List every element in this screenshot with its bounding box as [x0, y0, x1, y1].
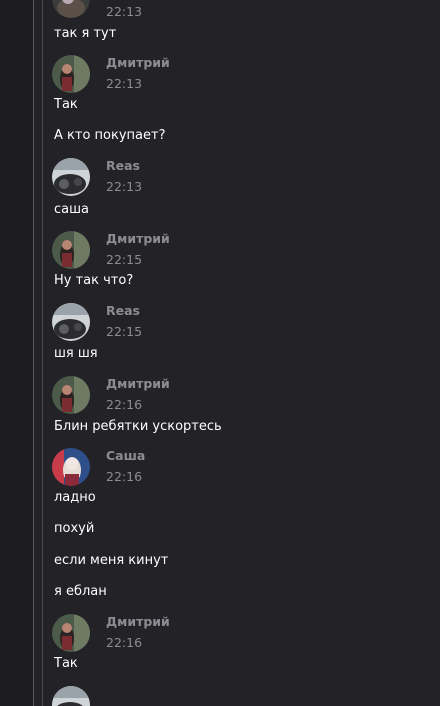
avatar[interactable] — [52, 231, 90, 269]
author-name[interactable]: Саша — [106, 448, 145, 463]
message-time: 22:15 — [106, 324, 143, 339]
left-panel — [0, 0, 33, 706]
message-text: похуй — [54, 521, 95, 536]
message-time: 22:16 — [106, 469, 143, 484]
avatar[interactable] — [52, 448, 90, 486]
message-text: А кто покупает? — [54, 128, 166, 143]
message-text: ладно — [54, 490, 96, 505]
avatar[interactable] — [52, 614, 90, 652]
author-name[interactable]: Дмитрий — [106, 55, 170, 70]
avatar[interactable] — [52, 0, 90, 18]
avatar[interactable] — [52, 303, 90, 341]
message-text: так я тут — [54, 26, 117, 41]
avatar[interactable] — [52, 55, 90, 93]
message-text: Блин ребятки ускортесь — [54, 419, 222, 434]
message-time: 22:16 — [106, 635, 143, 650]
avatar[interactable] — [52, 376, 90, 414]
avatar[interactable] — [52, 158, 90, 196]
author-name[interactable]: Дмитрий — [106, 376, 170, 391]
message-text: Ну так что? — [54, 273, 134, 288]
message-time: 22:13 — [106, 4, 143, 19]
avatar[interactable] — [52, 686, 90, 706]
message-text: я еблан — [54, 584, 107, 599]
message-text: Так — [54, 97, 78, 112]
message-text: шя шя — [54, 346, 98, 361]
message-text: Так — [54, 656, 78, 671]
author-name[interactable]: Дмитрий — [106, 231, 170, 246]
author-name[interactable]: Reas — [106, 303, 140, 318]
message-time: 22:13 — [106, 179, 143, 194]
scrollbar-track[interactable] — [42, 0, 43, 706]
author-name[interactable]: Дмитрий — [106, 614, 170, 629]
message-text: если меня кинут — [54, 553, 169, 568]
author-name[interactable]: Reas — [106, 158, 140, 173]
message-time: 22:16 — [106, 397, 143, 412]
message-text: саша — [54, 202, 89, 217]
chat-history[interactable]: 22:13 так я тут Дмитрий 22:13 Так А кто … — [34, 0, 440, 706]
message-time: 22:13 — [106, 76, 143, 91]
message-time: 22:15 — [106, 252, 143, 267]
